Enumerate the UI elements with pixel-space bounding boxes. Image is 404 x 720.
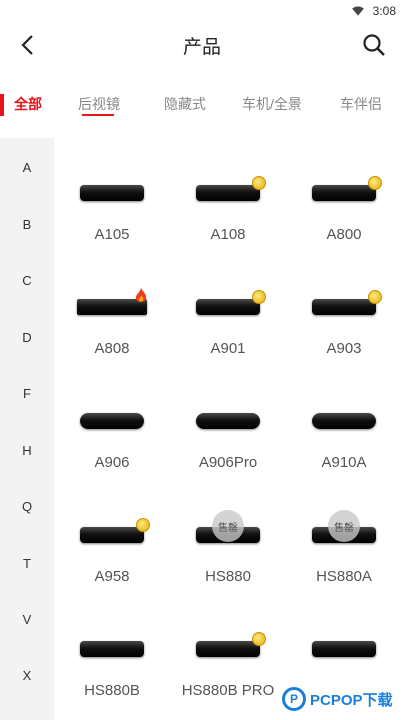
tab-all[interactable]: 全部 xyxy=(14,94,42,114)
award-icon xyxy=(252,632,266,646)
product-name: A906Pro xyxy=(198,454,258,471)
product-card[interactable]: A800 xyxy=(286,176,402,243)
active-tab-marker xyxy=(0,94,4,116)
active-subtab-underline xyxy=(82,114,114,116)
product-image xyxy=(54,404,170,438)
product-image: 售罄 xyxy=(170,510,286,552)
product-name: HS880 xyxy=(205,568,251,585)
product-image xyxy=(170,290,286,324)
product-image xyxy=(170,176,286,210)
product-card[interactable]: A906 xyxy=(54,404,170,471)
award-icon xyxy=(252,290,266,304)
wifi-icon xyxy=(351,6,364,16)
index-letter[interactable]: Q xyxy=(0,499,54,514)
product-image xyxy=(286,176,402,210)
product-image xyxy=(54,518,170,552)
index-letter[interactable]: H xyxy=(0,443,54,458)
product-card[interactable]: A903 xyxy=(286,290,402,357)
product-name: A901 xyxy=(210,340,246,357)
status-bar: 3:08 xyxy=(0,0,404,22)
index-letter[interactable]: D xyxy=(0,330,54,345)
product-name: A906 xyxy=(94,454,130,471)
product-image xyxy=(286,632,402,666)
product-card[interactable]: A906Pro xyxy=(170,404,286,471)
page-title: 产品 xyxy=(182,36,221,58)
fire-icon xyxy=(135,288,147,302)
alphabet-index: A B C D F H Q T V X xyxy=(0,138,54,720)
product-name: HS880B PRO xyxy=(181,682,275,699)
product-image xyxy=(286,290,402,324)
watermark-logo-icon: P xyxy=(282,687,306,711)
product-image xyxy=(170,632,286,666)
category-tabs: 全部 后视镜 隐藏式 车机/全景 车伴侣 xyxy=(0,84,404,124)
sold-out-badge: 售罄 xyxy=(212,510,244,542)
product-name: A108 xyxy=(210,226,246,243)
product-image xyxy=(54,176,170,210)
product-name: A105 xyxy=(94,226,130,243)
product-name: A910A xyxy=(321,454,367,471)
sold-out-badge: 售罄 xyxy=(328,510,360,542)
product-image xyxy=(54,288,170,324)
watermark: P PCPOP下载 xyxy=(282,684,393,714)
product-card[interactable]: HS880B PRO xyxy=(170,632,286,699)
product-card[interactable]: HS880B xyxy=(54,632,170,699)
status-time: 3:08 xyxy=(372,4,396,18)
watermark-text: PCPOP下载 xyxy=(310,691,393,709)
product-card[interactable]: 售罄 HS880A xyxy=(286,510,402,585)
index-letter[interactable]: T xyxy=(0,556,54,571)
index-letter[interactable]: B xyxy=(0,217,54,232)
tab-head-unit-panoramic[interactable]: 车机/全景 xyxy=(242,94,302,114)
award-icon xyxy=(368,176,382,190)
product-name: A903 xyxy=(326,340,362,357)
index-letter[interactable]: X xyxy=(0,668,54,683)
product-card[interactable]: A105 xyxy=(54,176,170,243)
product-image xyxy=(170,404,286,438)
award-icon xyxy=(136,518,150,532)
product-image xyxy=(286,404,402,438)
product-name: A808 xyxy=(94,340,130,357)
index-letter[interactable]: F xyxy=(0,386,54,401)
award-icon xyxy=(368,290,382,304)
back-chevron-icon[interactable] xyxy=(14,31,42,59)
product-image xyxy=(54,632,170,666)
product-name: A800 xyxy=(326,226,362,243)
product-name: HS880B xyxy=(84,682,140,699)
index-letter[interactable]: C xyxy=(0,273,54,288)
award-icon xyxy=(252,176,266,190)
tab-hidden[interactable]: 隐藏式 xyxy=(164,94,206,114)
product-card[interactable]: A901 xyxy=(170,290,286,357)
product-name: HS880A xyxy=(316,568,372,585)
app-bar: 产品 xyxy=(0,22,404,68)
index-letter[interactable]: A xyxy=(0,160,54,175)
product-card[interactable]: A958 xyxy=(54,518,170,585)
product-card[interactable] xyxy=(286,632,402,682)
product-card[interactable]: A108 xyxy=(170,176,286,243)
product-card[interactable]: A910A xyxy=(286,404,402,471)
product-card[interactable]: A808 xyxy=(54,288,170,357)
product-image: 售罄 xyxy=(286,510,402,552)
index-letter[interactable]: V xyxy=(0,612,54,627)
tab-rearview-mirror[interactable]: 后视镜 xyxy=(78,94,120,114)
tab-car-companion[interactable]: 车伴侣 xyxy=(340,94,382,114)
product-grid: A105 A108 A800 A808 A901 A903 A906 A906P… xyxy=(54,138,404,720)
product-name: A958 xyxy=(94,568,130,585)
search-icon[interactable] xyxy=(360,31,388,59)
product-card[interactable]: 售罄 HS880 xyxy=(170,510,286,585)
